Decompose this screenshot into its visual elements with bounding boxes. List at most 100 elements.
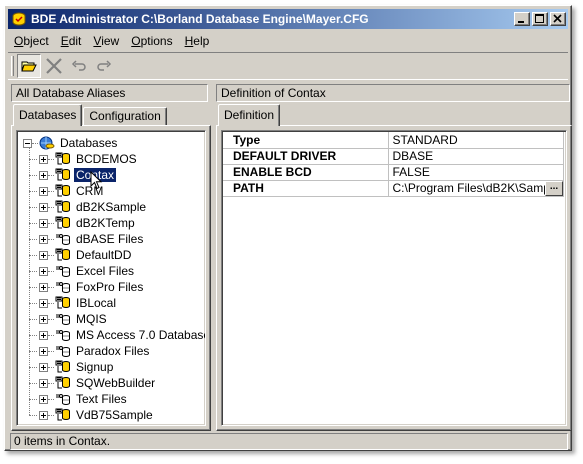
property-key: DEFAULT DRIVER — [223, 148, 389, 165]
expand-icon[interactable] — [39, 346, 48, 356]
expand-icon[interactable] — [39, 282, 48, 292]
left-tab-strip: Databases Configuration — [13, 104, 168, 126]
property-value[interactable]: FALSE — [388, 164, 564, 181]
expand-icon[interactable] — [39, 266, 48, 276]
expand-icon[interactable] — [39, 202, 48, 212]
tree-item-bcdemos[interactable]: BCDEMOS — [39, 151, 139, 167]
tree-item-label: dB2KTemp — [76, 216, 135, 230]
menu-view[interactable]: View — [87, 34, 125, 48]
tree-item-contax[interactable]: Contax — [39, 167, 118, 183]
property-key: Type — [223, 132, 389, 149]
expand-icon[interactable] — [39, 378, 48, 388]
tree-branch-connector — [29, 159, 37, 160]
database-icon — [55, 183, 71, 199]
expand-icon[interactable] — [39, 298, 48, 308]
alias-tree[interactable]: Databases BCDEMOS Contax CRM dB2KSample dB2K… — [16, 130, 206, 426]
tree-item-excel-files[interactable]: Excel Files — [39, 263, 136, 279]
window-title: BDE Administrator C:\Borland Database En… — [31, 12, 369, 26]
tree-item-text-files[interactable]: Text Files — [39, 391, 129, 407]
tree-connector — [48, 270, 54, 272]
expand-icon[interactable] — [39, 410, 48, 420]
delete-icon[interactable] — [42, 54, 66, 78]
property-value[interactable]: C:\Program Files\dB2K\Samp... — [388, 180, 564, 197]
expand-icon[interactable] — [39, 314, 48, 324]
tree-item-iblocal[interactable]: IBLocal — [39, 295, 118, 311]
property-value[interactable]: STANDARD — [388, 132, 564, 149]
expand-icon[interactable] — [39, 186, 48, 196]
close-icon[interactable] — [550, 12, 566, 26]
tree-branch-connector — [29, 255, 37, 256]
tree-item-label: SQWebBuilder — [76, 376, 156, 390]
tab-configuration[interactable]: Configuration — [83, 107, 167, 126]
tree-connector — [48, 206, 54, 208]
property-row[interactable]: ENABLE BCD FALSE — [223, 164, 564, 181]
tree-item-label: MQIS — [76, 312, 107, 326]
tree-connector — [48, 350, 54, 352]
tab-definition[interactable]: Definition — [218, 104, 281, 126]
tree-connector — [48, 398, 54, 400]
tree-branch-connector — [29, 303, 37, 304]
tree-connector — [32, 142, 38, 144]
tree-branch-connector — [29, 175, 37, 176]
database-icon — [55, 407, 71, 423]
title-bar[interactable]: BDE Administrator C:\Borland Database En… — [8, 9, 568, 29]
tree-connector — [48, 318, 54, 320]
menu-edit[interactable]: Edit — [55, 34, 88, 48]
tree-item-mqis[interactable]: MQIS — [39, 311, 109, 327]
toolbar-grip[interactable] — [11, 56, 14, 76]
tree-item-defaultdd[interactable]: DefaultDD — [39, 247, 133, 263]
tree-item-label: MS Access 7.0 Database — [76, 328, 206, 342]
expand-icon[interactable] — [39, 234, 48, 244]
toolbar — [8, 52, 568, 80]
tree-branch-connector — [29, 415, 37, 416]
property-row[interactable]: DEFAULT DRIVER DBASE — [223, 148, 564, 165]
menu-help[interactable]: Help — [179, 34, 216, 48]
minimize-icon[interactable] — [514, 12, 530, 26]
expand-icon[interactable] — [39, 394, 48, 404]
menu-options[interactable]: Options — [125, 34, 178, 48]
bde-administrator-window: BDE Administrator C:\Borland Database En… — [4, 5, 572, 451]
tree-item-label: Excel Files — [76, 264, 135, 278]
tree-item-dbase-files[interactable]: dBASE Files — [39, 231, 145, 247]
tree-branch-connector — [29, 383, 37, 384]
bde-app-icon[interactable] — [11, 11, 27, 27]
browse-button[interactable]: ... — [545, 180, 563, 195]
tree-root[interactable]: Databases — [23, 135, 119, 151]
tree-item-db2ksample[interactable]: dB2KSample — [39, 199, 148, 215]
expand-icon[interactable] — [39, 170, 48, 180]
expand-icon[interactable] — [39, 154, 48, 164]
odbc-icon — [55, 327, 71, 343]
tree-item-ms-access-7-0-database[interactable]: MS Access 7.0 Database — [39, 327, 206, 343]
tree-item-foxpro-files[interactable]: FoxPro Files — [39, 279, 145, 295]
tree-item-label: Paradox Files — [76, 344, 150, 358]
tree-item-signup[interactable]: Signup — [39, 359, 115, 375]
menu-bar: Object Edit View Options Help — [8, 31, 568, 50]
collapse-icon[interactable] — [23, 138, 32, 148]
expand-icon[interactable] — [39, 362, 48, 372]
expand-icon[interactable] — [39, 218, 48, 228]
tree-connector — [48, 414, 54, 416]
expand-icon[interactable] — [39, 250, 48, 260]
property-value[interactable]: DBASE — [388, 148, 564, 165]
tree-branch-connector — [29, 319, 37, 320]
tree-connector — [48, 382, 54, 384]
tree-branch-connector — [29, 207, 37, 208]
expand-icon[interactable] — [39, 330, 48, 340]
tree-item-db2ktemp[interactable]: dB2KTemp — [39, 215, 137, 231]
menu-object[interactable]: Object — [8, 34, 55, 48]
undo-icon[interactable] — [67, 54, 91, 78]
redo-icon[interactable] — [92, 54, 116, 78]
maximize-icon[interactable] — [532, 12, 548, 26]
databases-root-icon — [39, 135, 55, 151]
property-row[interactable]: PATH C:\Program Files\dB2K\Samp... — [223, 180, 564, 197]
tree-item-sqwebbuilder[interactable]: SQWebBuilder — [39, 375, 157, 391]
tree-item-paradox-files[interactable]: Paradox Files — [39, 343, 151, 359]
status-bar: 0 items in Contax. — [10, 433, 568, 450]
tree-branch-connector — [29, 399, 37, 400]
property-row[interactable]: Type STANDARD — [223, 132, 564, 149]
tab-databases[interactable]: Databases — [13, 104, 83, 126]
tree-item-vdb75sample[interactable]: VdB75Sample — [39, 407, 155, 423]
tree-branch-connector — [29, 191, 37, 192]
open-folder-icon[interactable] — [17, 54, 41, 78]
right-tab-strip: Definition — [218, 104, 281, 126]
